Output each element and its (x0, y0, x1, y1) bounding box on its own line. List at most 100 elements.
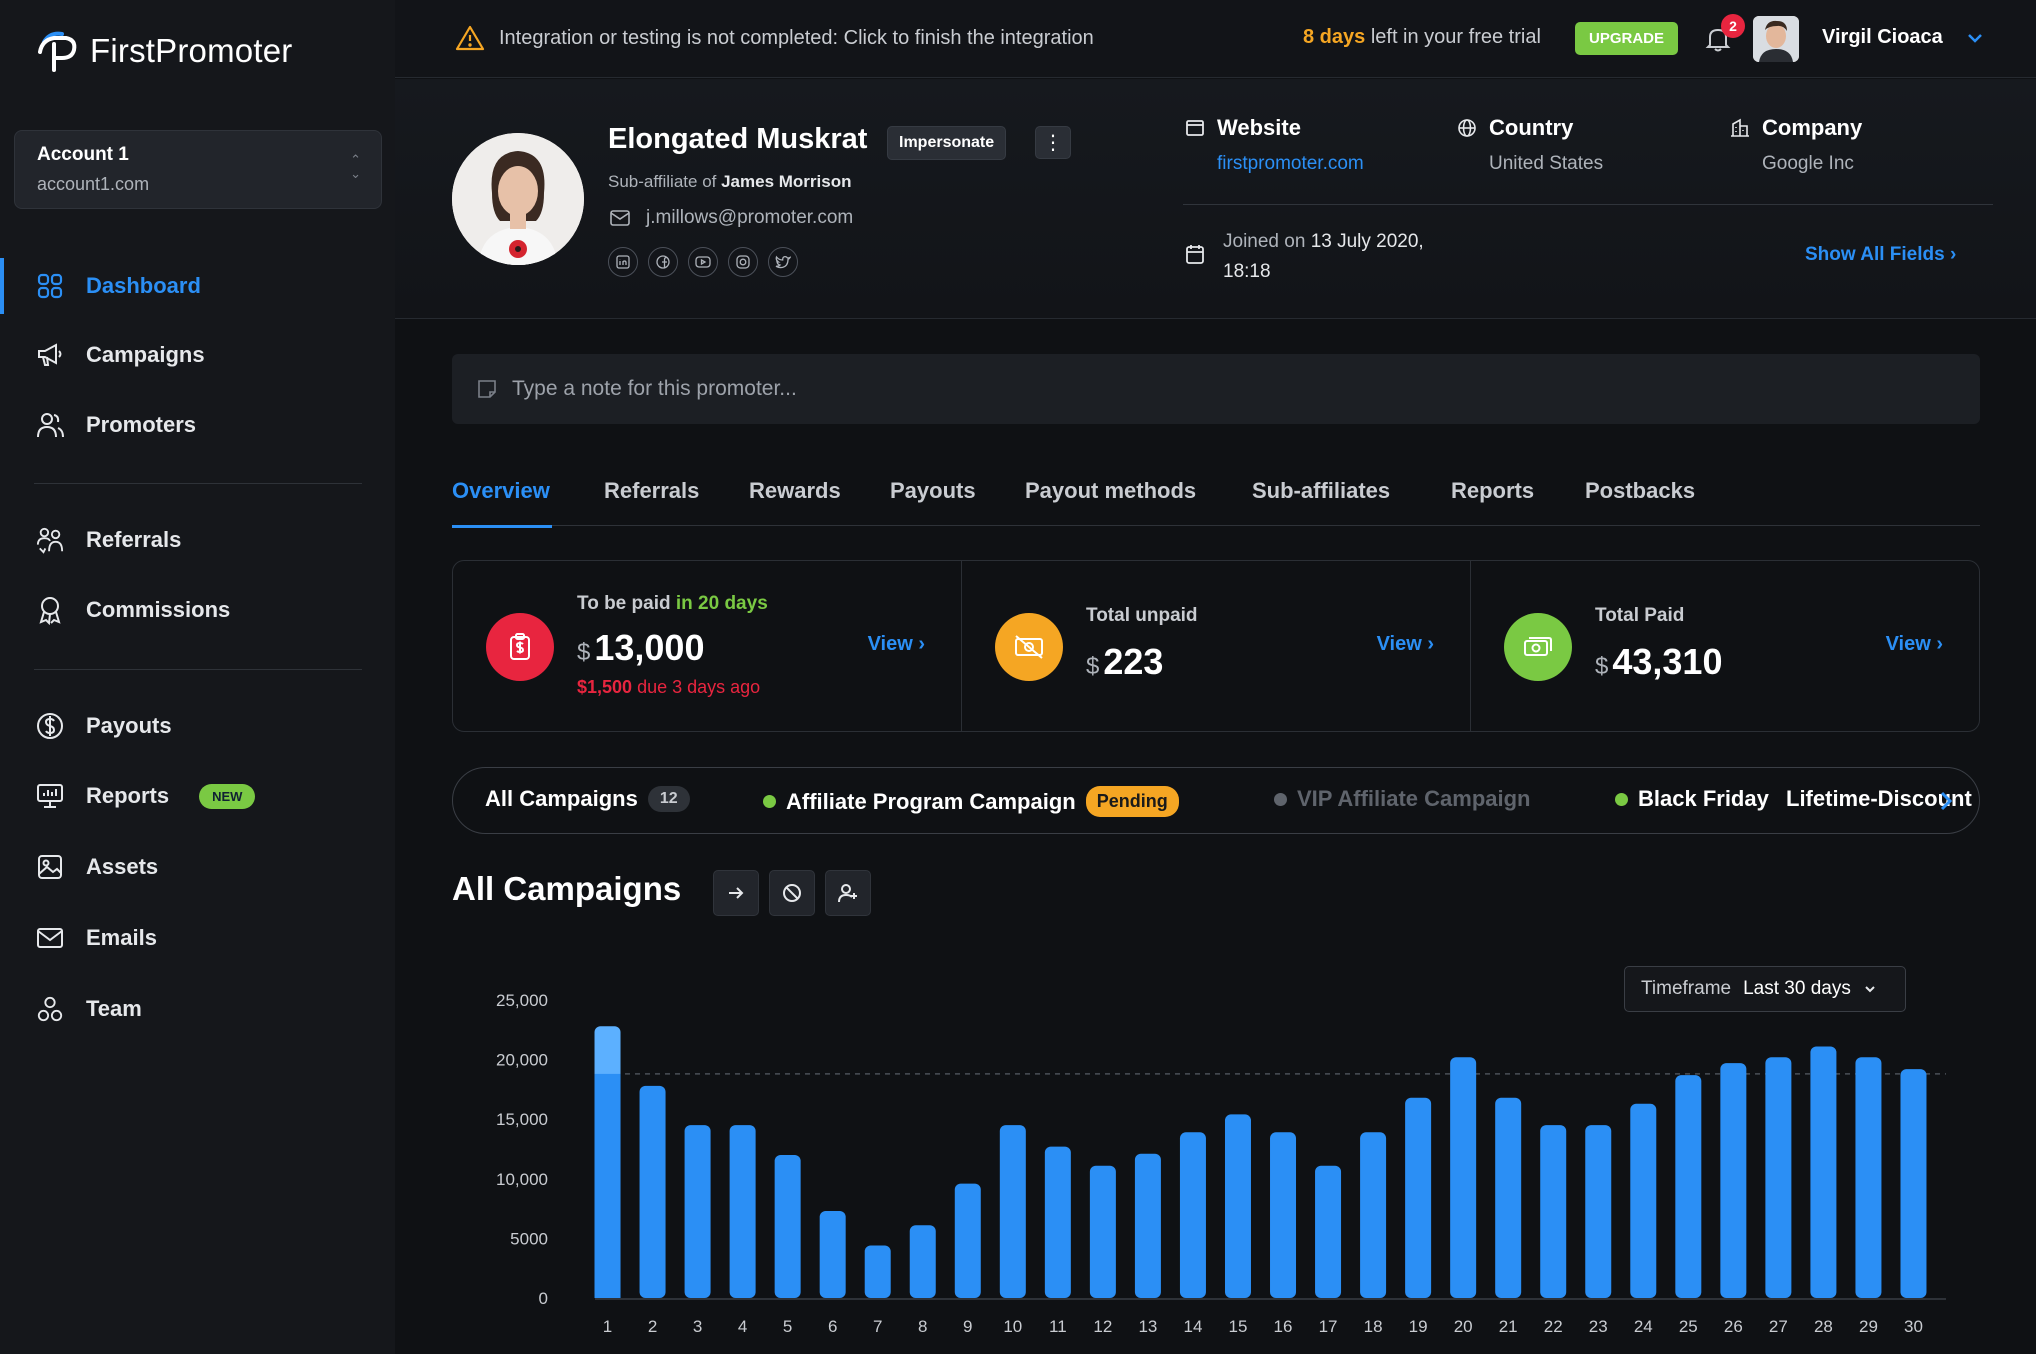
sidebar-item-referrals[interactable]: Referrals (0, 512, 395, 568)
more-options-button[interactable]: ⋮ (1035, 126, 1071, 159)
upgrade-button[interactable]: UPGRADE (1575, 22, 1679, 55)
tab-reports[interactable]: Reports (1451, 478, 1534, 526)
arrow-right-icon (729, 887, 744, 899)
chart-bar (639, 1085, 666, 1298)
new-badge: NEW (199, 783, 256, 809)
twitter-icon[interactable] (768, 247, 798, 277)
x-tick-label: 24 (1634, 1317, 1653, 1336)
sidebar-item-campaigns[interactable]: Campaigns (0, 327, 395, 383)
stat-to-be-paid: To be paid in 20 days $13,000 $1,500 due… (453, 561, 962, 731)
browser-icon (1186, 120, 1204, 136)
x-tick-label: 14 (1183, 1317, 1202, 1336)
view-link[interactable]: View › (1886, 633, 1943, 656)
joined-prefix: Joined on (1223, 231, 1311, 252)
campaign-vip-affiliate[interactable]: VIP Affiliate Campaign (1274, 786, 1531, 812)
y-tick-label: 15,000 (496, 1110, 548, 1129)
y-tick-label: 25,000 (496, 991, 548, 1010)
chart-bar (1405, 1097, 1432, 1298)
website-link[interactable]: firstpromoter.com (1217, 153, 1364, 175)
stat-due: $1,500 due 3 days ago (577, 677, 760, 698)
tab-rewards[interactable]: Rewards (749, 478, 841, 526)
tab-sub-affiliates[interactable]: Sub-affiliates (1252, 478, 1390, 526)
x-tick-label: 2 (648, 1317, 657, 1336)
sidebar-item-payouts[interactable]: Payouts (0, 698, 395, 754)
chevron-right-icon[interactable] (1933, 788, 1959, 814)
sidebar-item-promoters[interactable]: Promoters (0, 397, 395, 453)
instagram-icon[interactable] (728, 247, 758, 277)
view-link[interactable]: View › (868, 633, 925, 656)
country-label: Country (1489, 115, 1574, 140)
stat-title-text: To be paid (577, 593, 671, 614)
stat-amount: $223 (1086, 641, 1163, 683)
facebook-icon[interactable] (648, 247, 678, 277)
campaign-black-friday[interactable]: Black Friday (1615, 786, 1769, 812)
joined-date: 13 July 2020, (1310, 231, 1424, 252)
disable-button[interactable] (769, 870, 815, 916)
currency-symbol: $ (1086, 653, 1100, 680)
impersonate-button[interactable]: Impersonate (887, 126, 1007, 160)
chart-bar (1900, 1069, 1927, 1298)
clipboard-dollar-icon (486, 613, 554, 681)
tab-postbacks[interactable]: Postbacks (1585, 478, 1695, 526)
x-tick-label: 28 (1814, 1317, 1833, 1336)
x-tick-label: 29 (1859, 1317, 1878, 1336)
x-tick-label: 10 (1003, 1317, 1022, 1336)
campaign-affiliate-program[interactable]: Affiliate Program Campaign Pending (763, 786, 1179, 817)
sidebar-item-reports[interactable]: Reports NEW (0, 768, 395, 824)
sidebar-item-team[interactable]: Team (0, 981, 395, 1037)
show-all-fields-link[interactable]: Show All Fields › (1805, 244, 1956, 266)
account-switcher[interactable]: Account 1 account1.com ⌃ ⌄ (14, 130, 382, 209)
stat-amount: $43,310 (1595, 641, 1722, 683)
user-name[interactable]: Virgil Cioaca (1822, 26, 1943, 49)
arrow-right-button[interactable] (713, 870, 759, 916)
tab-payouts[interactable]: Payouts (890, 478, 976, 526)
integration-alert[interactable]: Integration or testing is not completed:… (455, 24, 1094, 52)
firstpromoter-logo-icon (38, 31, 77, 72)
chart-bar (1089, 1165, 1116, 1298)
campaign-label: All Campaigns (485, 786, 638, 811)
campaign-all[interactable]: All Campaigns 12 (485, 786, 690, 812)
stat-total-paid: Total Paid $43,310 View › (1471, 561, 1979, 731)
note-box (452, 354, 1980, 424)
email-text[interactable]: j.millows@promoter.com (646, 207, 853, 229)
company-label: Company (1762, 115, 1863, 140)
logo[interactable]: FirstPromoter (36, 28, 292, 74)
tab-referrals[interactable]: Referrals (604, 478, 699, 526)
sidebar-item-assets[interactable]: Assets (0, 839, 395, 895)
money-off-icon (995, 613, 1063, 681)
assign-user-button[interactable] (825, 870, 871, 916)
user-avatar[interactable] (1753, 16, 1799, 62)
sidebar-item-emails[interactable]: Emails (0, 910, 395, 966)
note-input[interactable] (512, 377, 1912, 401)
sidebar-item-dashboard[interactable]: Dashboard (0, 258, 395, 314)
view-link[interactable]: View › (1377, 633, 1434, 656)
youtube-icon[interactable] (688, 247, 718, 277)
x-tick-label: 12 (1093, 1317, 1112, 1336)
chevron-down-icon[interactable] (1965, 28, 1985, 48)
chart-bar (1855, 1057, 1882, 1298)
sidebar-item-label: Commissions (86, 597, 231, 622)
linkedin-icon[interactable] (608, 247, 638, 277)
status-dot (763, 795, 776, 808)
campaign-filter-bar: All Campaigns 12 Affiliate Program Campa… (452, 767, 1980, 834)
x-tick-label: 5 (783, 1317, 792, 1336)
chart-bar (1134, 1153, 1161, 1298)
tab-overview[interactable]: Overview (452, 478, 552, 528)
parent-affiliate[interactable]: James Morrison (721, 172, 851, 191)
show-all-label: Show All Fields (1805, 244, 1945, 265)
tab-payout-methods[interactable]: Payout methods (1025, 478, 1196, 526)
country-field: Country United States (1457, 115, 1603, 175)
referrals-icon (36, 526, 64, 554)
promoter-header: Elongated Muskrat Impersonate ⋮ Sub-affi… (395, 79, 2036, 319)
chart-bar (1765, 1057, 1792, 1298)
chart-bar (1720, 1063, 1747, 1298)
chart-bar (729, 1125, 756, 1298)
sidebar-item-commissions[interactable]: Commissions (0, 582, 395, 638)
chart-bar-lower (594, 1073, 621, 1298)
grid-icon (36, 272, 64, 300)
x-tick-label: 18 (1364, 1317, 1383, 1336)
alert-text: Integration or testing is not completed:… (499, 26, 1094, 49)
x-tick-label: 1 (603, 1317, 612, 1336)
sidebar-item-label: Payouts (86, 713, 172, 738)
trial-rest: left in your free trial (1365, 26, 1541, 48)
